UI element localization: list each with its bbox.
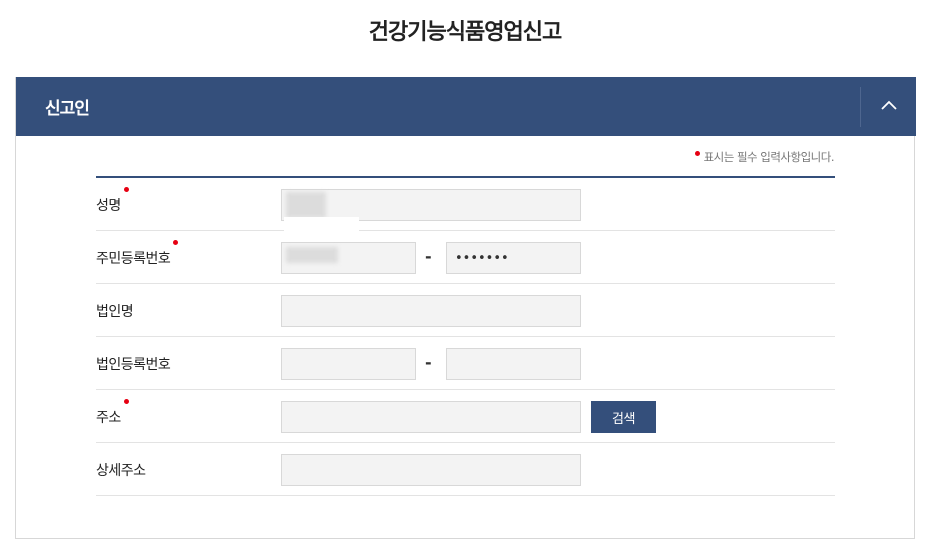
chevron-up-icon (881, 100, 897, 110)
row-corp-name: 법인명 (96, 284, 835, 337)
required-note: 표시는 필수 입력사항입니다. (694, 149, 835, 165)
corp-no-label: 법인등록번호 (96, 357, 171, 373)
corp-no-first-input[interactable] (281, 348, 416, 380)
collapse-button[interactable] (860, 87, 916, 127)
applicant-section: 신고인 표시는 필수 입력사항입니다. 성명 주민등록번호 - 법인명 (15, 77, 916, 539)
row-address: 주소 검색 (96, 390, 835, 443)
name-label: 성명 (96, 187, 129, 215)
redacted-name (286, 192, 326, 218)
corp-name-input[interactable] (281, 295, 581, 327)
page-title: 건강기능식품영업신고 (368, 20, 562, 45)
required-dot-icon (123, 399, 129, 404)
row-resident-no: 주민등록번호 - (96, 217, 835, 284)
row-corp-no: 법인등록번호 - (96, 337, 835, 390)
required-note-text: 표시는 필수 입력사항입니다. (703, 150, 835, 164)
name-label-text: 성명 (96, 198, 121, 214)
redaction-patch (284, 217, 359, 241)
corp-no-second-input[interactable] (446, 348, 581, 380)
row-address-detail: 상세주소 (96, 443, 835, 496)
applicant-form: 성명 주민등록번호 - 법인명 법인등록번호 - 주소 검색 (96, 176, 835, 496)
address-detail-input[interactable] (281, 454, 581, 486)
required-dot-icon (173, 240, 179, 245)
resident-no-second-input[interactable] (446, 242, 581, 274)
address-search-button[interactable]: 검색 (591, 401, 656, 433)
redacted-resident-no (286, 247, 338, 263)
corp-no-separator: - (425, 353, 432, 372)
section-title: 신고인 (45, 99, 90, 119)
resident-no-separator: - (425, 247, 432, 266)
resident-no-label-text: 주민등록번호 (96, 251, 171, 267)
required-dot-icon (123, 187, 129, 192)
resident-no-label: 주민등록번호 (96, 240, 179, 268)
address-label-text: 주소 (96, 410, 121, 426)
address-input[interactable] (281, 401, 581, 433)
required-dot-icon (694, 151, 700, 156)
address-label: 주소 (96, 399, 129, 427)
address-detail-label: 상세주소 (96, 463, 146, 479)
section-header: 신고인 (16, 77, 916, 136)
corp-name-label: 법인명 (96, 304, 134, 320)
row-name: 성명 (96, 178, 835, 231)
